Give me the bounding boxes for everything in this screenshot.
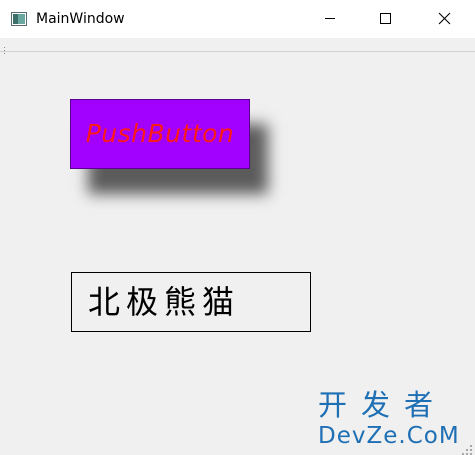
push-button[interactable]: PushButton [70,99,250,169]
window-title: MainWindow [36,11,125,27]
watermark: 开发者 DevZe.CoM [318,388,468,450]
close-button[interactable] [417,0,473,38]
main-window: MainWindow PushButton 北极熊猫 开发者 DevZe.CoM [0,0,475,455]
watermark-line2: DevZe.CoM [318,423,460,449]
close-icon [438,12,451,25]
qt-window-icon [11,11,27,26]
size-grip-icon[interactable] [461,441,473,455]
minimize-button[interactable] [302,0,358,38]
text-label: 北极熊猫 [71,272,311,332]
central-widget: PushButton 北极熊猫 开发者 DevZe.CoM [0,52,475,455]
watermark-line1: 开发者 [318,388,448,422]
minimize-icon [325,18,335,19]
maximize-icon [380,13,391,24]
toolbar-grip-icon[interactable] [3,40,6,54]
title-bar[interactable]: MainWindow [0,0,475,38]
tool-bar [0,38,475,54]
maximize-button[interactable] [358,0,414,38]
